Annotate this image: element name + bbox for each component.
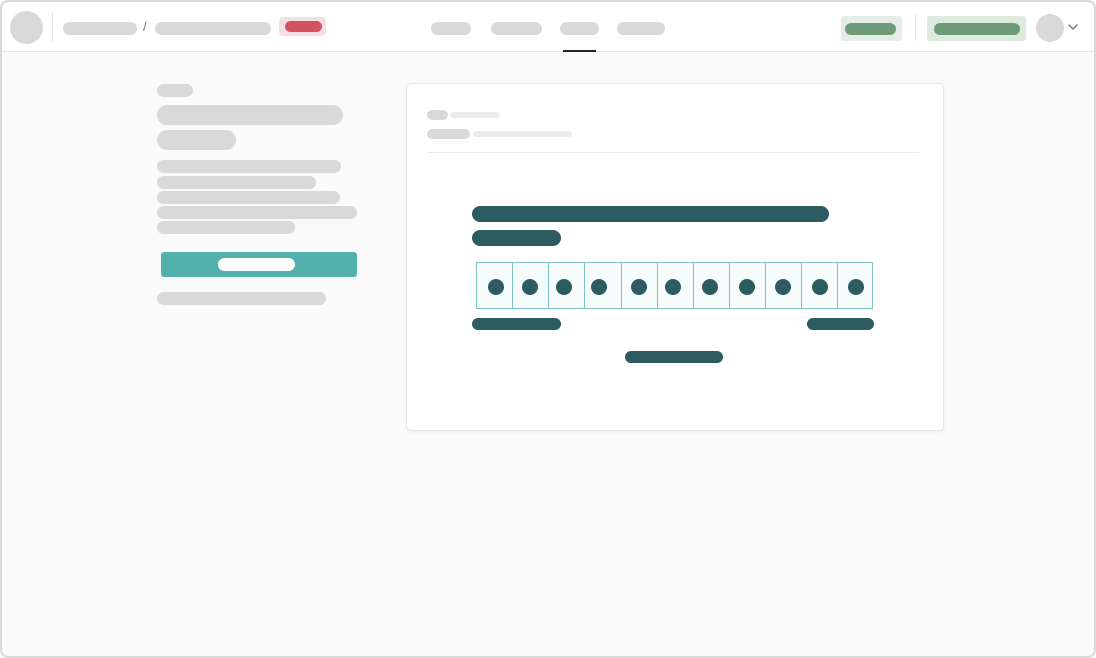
- card-meta-label-2: [427, 129, 470, 139]
- description-line-4: [157, 206, 357, 219]
- primary-action-label: [934, 23, 1020, 35]
- code-digit-box[interactable]: [837, 262, 873, 309]
- code-input-group: [476, 262, 873, 309]
- code-digit-box[interactable]: [765, 262, 802, 309]
- breadcrumb-item-2[interactable]: [155, 22, 271, 35]
- user-avatar[interactable]: [1036, 14, 1064, 42]
- masked-digit-dot: [702, 279, 718, 295]
- nav-tab-3-active[interactable]: [560, 22, 599, 35]
- active-tab-indicator: [563, 50, 596, 52]
- top-header: /: [2, 2, 1094, 52]
- header-divider-2: [915, 14, 916, 41]
- masked-digit-dot: [739, 279, 755, 295]
- card-heading-line-2: [472, 230, 561, 246]
- page-title-line-2: [157, 130, 236, 150]
- masked-digit-dot: [522, 279, 538, 295]
- description-line-3: [157, 191, 340, 204]
- code-digit-box[interactable]: [657, 262, 694, 309]
- description-line-5: [157, 221, 295, 234]
- card-meta-value-1: [450, 112, 500, 118]
- code-digit-box[interactable]: [729, 262, 766, 309]
- masked-digit-dot: [631, 279, 647, 295]
- description-line-1: [157, 160, 341, 173]
- masked-digit-dot: [591, 279, 607, 295]
- breadcrumb-item-1[interactable]: [63, 22, 137, 35]
- masked-digit-dot: [812, 279, 828, 295]
- chevron-down-icon[interactable]: [1066, 17, 1080, 37]
- masked-digit-dot: [775, 279, 791, 295]
- timer-text: [807, 318, 874, 330]
- app-logo[interactable]: [10, 11, 43, 44]
- secondary-action-label: [845, 23, 896, 35]
- masked-digit-dot: [488, 279, 504, 295]
- header-divider: [52, 12, 53, 42]
- alternate-method-link[interactable]: [625, 351, 723, 363]
- resend-code-link[interactable]: [472, 318, 561, 330]
- description-line-2: [157, 176, 316, 189]
- nav-tab-1[interactable]: [431, 22, 471, 35]
- masked-digit-dot: [665, 279, 681, 295]
- masked-digit-dot: [556, 279, 572, 295]
- breadcrumb-separator: /: [143, 19, 147, 34]
- code-digit-box[interactable]: [476, 262, 513, 309]
- status-badge-label: [285, 21, 322, 32]
- app-window: /: [0, 0, 1096, 658]
- code-digit-box[interactable]: [621, 262, 658, 309]
- card-divider: [429, 152, 919, 153]
- code-digit-box[interactable]: [801, 262, 838, 309]
- code-digit-box[interactable]: [512, 262, 549, 309]
- code-digit-box[interactable]: [548, 262, 585, 309]
- eyebrow-label: [157, 84, 193, 97]
- helper-link[interactable]: [157, 292, 326, 305]
- card-heading: [472, 206, 829, 222]
- card-meta-label-1: [427, 110, 448, 120]
- card-meta-value-2: [473, 131, 572, 137]
- masked-digit-dot: [848, 279, 864, 295]
- code-digit-box[interactable]: [693, 262, 730, 309]
- nav-tab-4[interactable]: [617, 22, 665, 35]
- page-title: [157, 105, 343, 125]
- code-digit-box[interactable]: [584, 262, 622, 309]
- nav-tab-2[interactable]: [491, 22, 542, 35]
- continue-button-label: [218, 258, 295, 271]
